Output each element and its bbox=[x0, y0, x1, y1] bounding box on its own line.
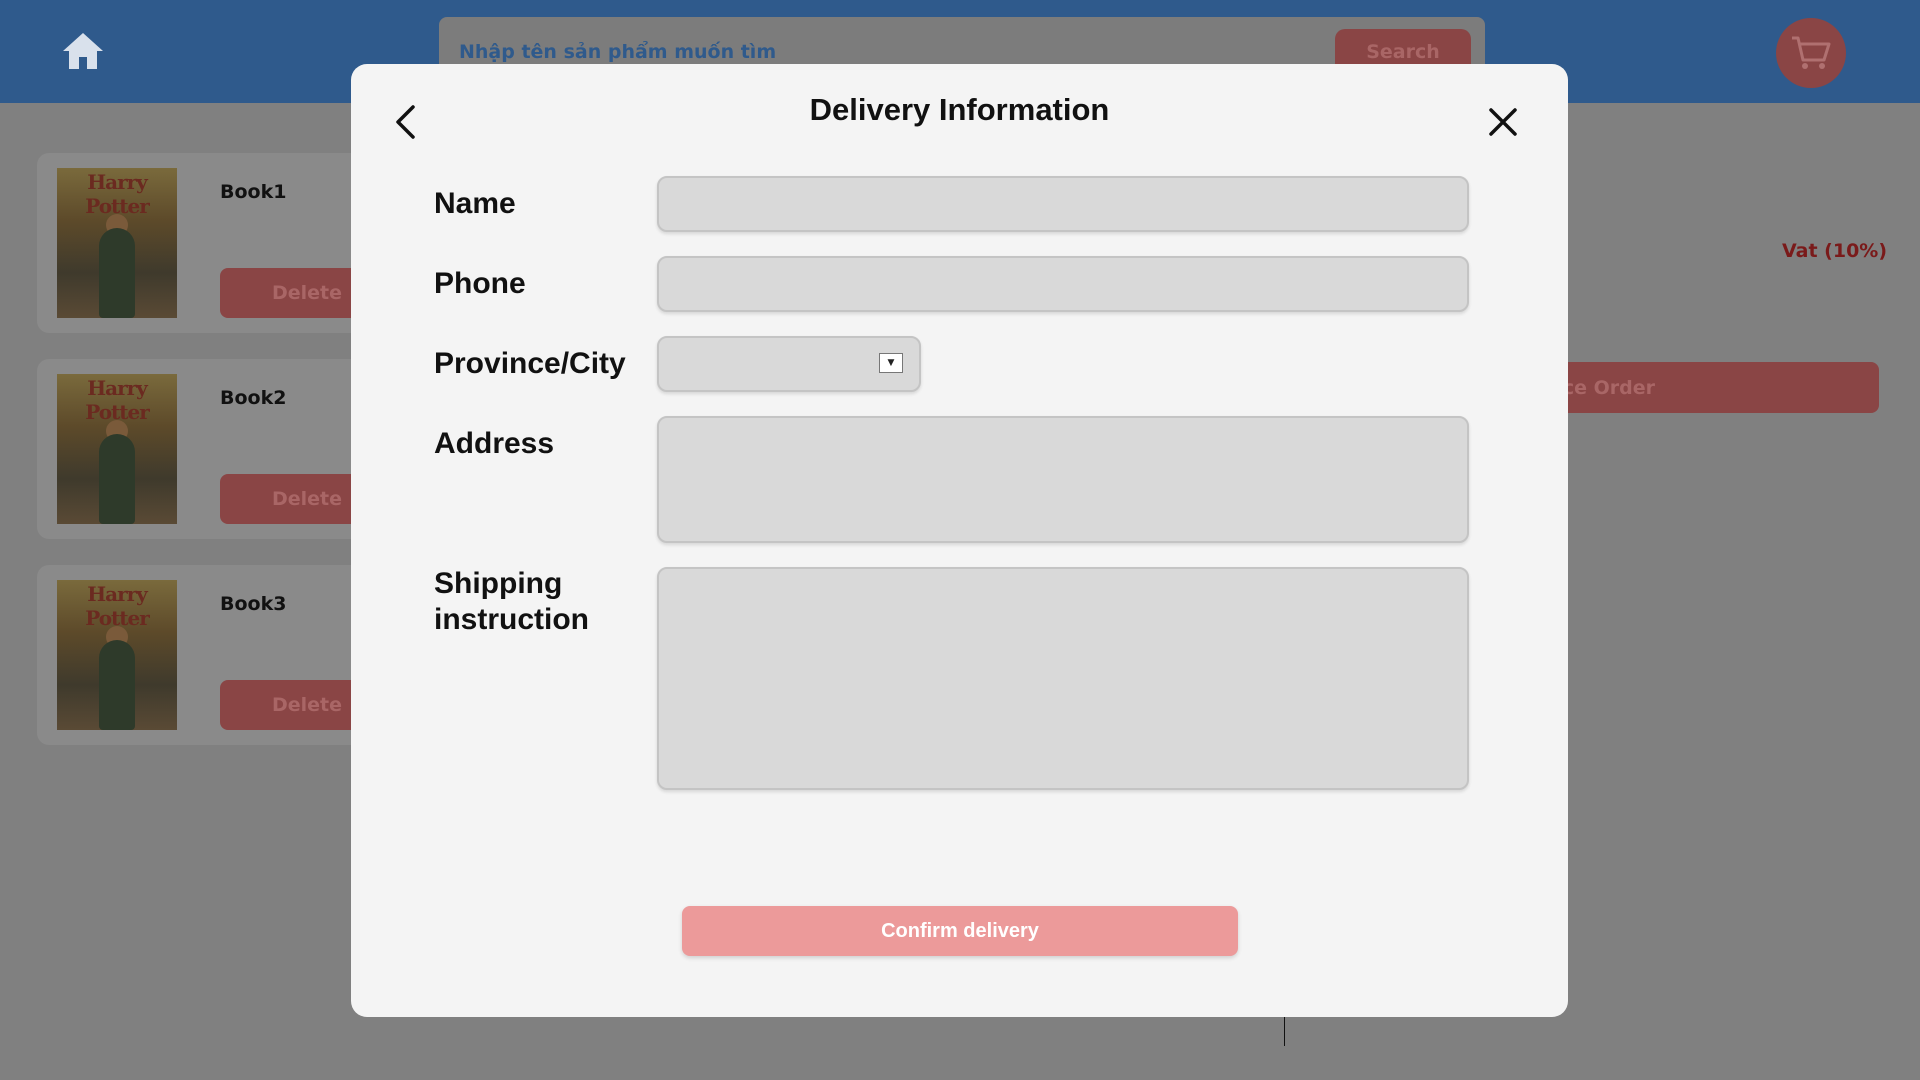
home-icon[interactable] bbox=[60, 28, 106, 74]
cover-title: Harry Potter bbox=[85, 170, 150, 218]
province-city-label: Province/City bbox=[434, 347, 626, 380]
cart-item: Harry Potter Book1 Delete bbox=[37, 153, 380, 333]
name-label: Name bbox=[434, 187, 516, 220]
cover-title: Harry Potter bbox=[85, 582, 150, 630]
dropdown-arrow-icon[interactable]: ▼ bbox=[879, 353, 903, 373]
modal-title: Delivery Information bbox=[809, 92, 1110, 127]
close-icon[interactable] bbox=[1481, 100, 1525, 144]
vat-label: Vat (10%) bbox=[1782, 240, 1888, 262]
book-cover-image: Harry Potter bbox=[57, 168, 177, 318]
search-input[interactable] bbox=[459, 37, 1259, 67]
cart-item: Harry Potter Book2 Delete bbox=[37, 359, 380, 539]
delivery-information-modal: Delivery Information Name Phone Province… bbox=[351, 64, 1568, 1017]
address-field[interactable] bbox=[657, 416, 1469, 543]
cart-item: Harry Potter Book3 Delete bbox=[37, 565, 380, 745]
book-name: Book2 bbox=[220, 387, 287, 409]
book-name: Book3 bbox=[220, 593, 287, 615]
book-name: Book1 bbox=[220, 181, 287, 203]
province-city-select[interactable]: ▼ bbox=[657, 336, 921, 392]
shipping-instruction-label: Shipping instruction bbox=[434, 566, 589, 638]
chevron-left-icon[interactable] bbox=[385, 100, 425, 144]
shipping-label-line2: instruction bbox=[434, 603, 589, 636]
confirm-delivery-button[interactable]: Confirm delivery bbox=[682, 906, 1238, 956]
phone-label: Phone bbox=[434, 267, 526, 300]
cart-icon[interactable] bbox=[1776, 18, 1846, 88]
shipping-instruction-field[interactable] bbox=[657, 567, 1469, 790]
address-label: Address bbox=[434, 427, 555, 460]
cover-title: Harry Potter bbox=[85, 376, 150, 424]
phone-field[interactable] bbox=[657, 256, 1469, 312]
shipping-label-line1: Shipping bbox=[434, 567, 563, 600]
text-cursor bbox=[1284, 1016, 1285, 1046]
name-field[interactable] bbox=[657, 176, 1469, 232]
book-cover-image: Harry Potter bbox=[57, 374, 177, 524]
book-cover-image: Harry Potter bbox=[57, 580, 177, 730]
